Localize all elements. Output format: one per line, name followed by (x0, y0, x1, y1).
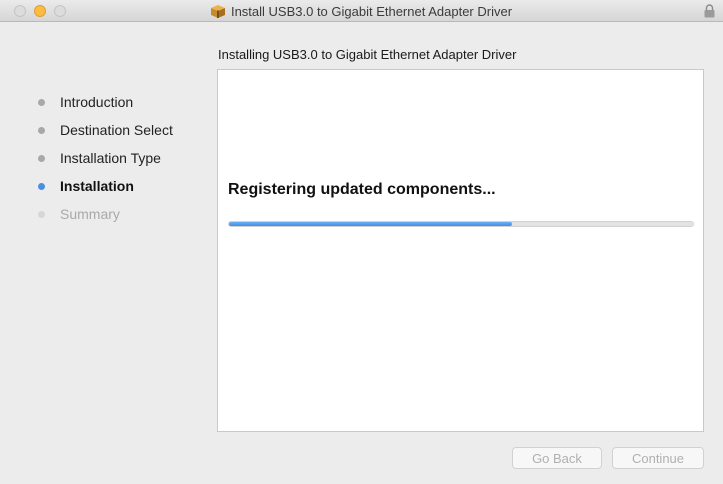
progress-bar (228, 221, 694, 227)
page-subtitle: Installing USB3.0 to Gigabit Ethernet Ad… (218, 47, 517, 62)
step-label: Summary (60, 206, 120, 222)
step-bullet-icon (38, 99, 45, 106)
step-bullet-icon (38, 155, 45, 162)
step-summary: Summary (38, 206, 173, 234)
step-label: Introduction (60, 94, 134, 110)
step-bullet-icon (38, 211, 45, 218)
window-title-group: Install USB3.0 to Gigabit Ethernet Adapt… (0, 0, 723, 22)
step-destination-select: Destination Select (38, 122, 173, 150)
step-introduction: Introduction (38, 94, 173, 122)
content-panel: Registering updated components... (217, 69, 704, 432)
package-icon (210, 4, 225, 18)
go-back-button[interactable]: Go Back (512, 447, 602, 469)
progress-bar-fill (229, 222, 513, 226)
status-text: Registering updated components... (228, 181, 496, 198)
step-label: Installation (60, 178, 134, 194)
step-installation: Installation (38, 178, 173, 206)
title-bar[interactable]: Install USB3.0 to Gigabit Ethernet Adapt… (0, 0, 723, 22)
step-installation-type: Installation Type (38, 150, 173, 178)
installer-window: Install USB3.0 to Gigabit Ethernet Adapt… (0, 0, 723, 484)
window-title: Install USB3.0 to Gigabit Ethernet Adapt… (230, 3, 513, 19)
step-label: Installation Type (60, 150, 161, 166)
continue-button[interactable]: Continue (612, 447, 704, 469)
step-label: Destination Select (60, 122, 173, 138)
step-bullet-icon (38, 183, 45, 190)
installer-steps: Introduction Destination Select Installa… (38, 94, 173, 234)
step-bullet-icon (38, 127, 45, 134)
lock-icon (704, 4, 715, 18)
